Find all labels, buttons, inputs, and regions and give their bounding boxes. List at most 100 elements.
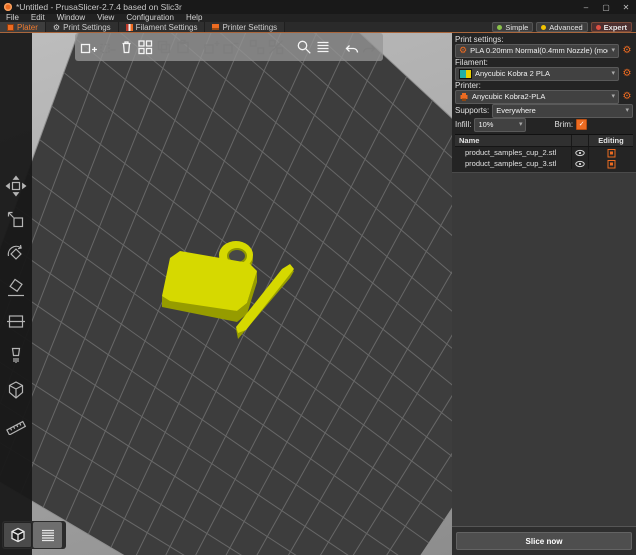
menu-window[interactable]: Window bbox=[51, 14, 91, 22]
measure-tool-icon bbox=[5, 379, 27, 401]
prusaslicer-window: { "window": { "title": "*Untitled - Prus… bbox=[0, 0, 636, 555]
top-toolbar bbox=[75, 33, 383, 61]
move-tool-button[interactable] bbox=[5, 175, 27, 197]
column-name: Name bbox=[455, 136, 571, 145]
editor-3d-view-button[interactable] bbox=[3, 522, 32, 548]
ruler-tool-button[interactable] bbox=[5, 413, 27, 435]
infill-combo[interactable]: 10% ▾ bbox=[474, 118, 526, 132]
ruler-tool-icon bbox=[5, 413, 27, 435]
redo-button bbox=[360, 35, 379, 59]
print-settings-label: Print settings: bbox=[455, 35, 633, 44]
window-title: *Untitled - PrusaSlicer-2.7.4 based on S… bbox=[16, 2, 182, 12]
eye-icon[interactable] bbox=[575, 160, 585, 168]
search-icon bbox=[295, 38, 313, 56]
undo-button[interactable] bbox=[341, 35, 360, 59]
table-row[interactable]: product_samples_cup_2.stl bbox=[455, 147, 633, 158]
supports-label: Supports: bbox=[455, 106, 489, 115]
copy-icon bbox=[155, 38, 173, 56]
menu-bar: File Edit Window View Configuration Help bbox=[0, 14, 636, 22]
delete-object-button bbox=[98, 35, 117, 59]
maximize-icon[interactable]: ▢ bbox=[596, 0, 616, 14]
paste-icon bbox=[174, 38, 192, 56]
print-settings-gear-button[interactable]: ⚙ bbox=[621, 45, 633, 57]
menu-file[interactable]: File bbox=[0, 14, 25, 22]
tab-filament-settings[interactable]: Filament Settings bbox=[119, 22, 206, 32]
mode-expert-label: Expert bbox=[604, 23, 627, 32]
split-objects-button bbox=[248, 35, 267, 59]
place-on-face-tool-button[interactable] bbox=[5, 277, 27, 299]
gizmo-toolbar bbox=[0, 33, 32, 555]
paint-supports-tool-icon bbox=[5, 345, 27, 367]
plater-icon bbox=[7, 24, 14, 31]
tab-bar: Plater ⚙ Print Settings Filament Setting… bbox=[0, 22, 636, 33]
printer-value: Anycubic Kobra2-PLA bbox=[472, 92, 608, 101]
printer-icon bbox=[459, 92, 469, 102]
add-object-button[interactable] bbox=[79, 35, 98, 59]
chevron-down-icon: ▾ bbox=[611, 94, 615, 100]
chevron-down-icon: ▾ bbox=[519, 122, 523, 128]
rotate-tool-button[interactable] bbox=[5, 243, 27, 265]
advanced-dot-icon bbox=[541, 25, 546, 30]
remove-instance-button bbox=[220, 35, 239, 59]
delete-all-button[interactable] bbox=[117, 35, 136, 59]
scale-tool-button[interactable] bbox=[5, 209, 27, 231]
mode-expert[interactable]: Expert bbox=[591, 22, 632, 32]
mode-switcher: Simple Advanced Expert bbox=[492, 22, 636, 32]
filament-icon bbox=[126, 24, 133, 31]
printer-combo[interactable]: Anycubic Kobra2-PLA ▾ bbox=[455, 90, 619, 104]
minimize-icon[interactable]: – bbox=[576, 0, 596, 14]
cut-tool-button[interactable] bbox=[5, 311, 27, 333]
table-row[interactable]: product_samples_cup_3.stl bbox=[455, 158, 633, 169]
supports-value: Everywhere bbox=[496, 106, 622, 115]
brim-checkbox[interactable] bbox=[576, 119, 587, 130]
menu-configuration[interactable]: Configuration bbox=[120, 14, 180, 22]
split-parts-button bbox=[267, 35, 286, 59]
menu-view[interactable]: View bbox=[91, 14, 120, 22]
printer-gear-button[interactable]: ⚙ bbox=[621, 91, 633, 103]
print-settings-value: PLA 0.20mm Normal(0.4mm Nozzle) (modifie… bbox=[470, 46, 608, 55]
slice-bar: Slice now bbox=[452, 526, 636, 555]
measure-tool-button[interactable] bbox=[5, 379, 27, 401]
search-button[interactable] bbox=[295, 35, 314, 59]
menu-help[interactable]: Help bbox=[180, 14, 208, 22]
mode-advanced-label: Advanced bbox=[549, 23, 582, 32]
gear-icon: ⚙ bbox=[53, 24, 60, 31]
remove-instance-icon bbox=[221, 38, 239, 56]
tab-plater[interactable]: Plater bbox=[0, 22, 46, 32]
filament-value: Anycubic Kobra 2 PLA bbox=[475, 69, 608, 78]
paste-button bbox=[174, 35, 193, 59]
editing-icon[interactable] bbox=[607, 159, 616, 169]
menu-edit[interactable]: Edit bbox=[25, 14, 51, 22]
tab-plater-label: Plater bbox=[17, 23, 38, 32]
filament-gear-button[interactable]: ⚙ bbox=[621, 68, 633, 80]
mode-simple[interactable]: Simple bbox=[492, 22, 533, 32]
add-object-icon bbox=[79, 38, 97, 56]
paint-supports-tool-button[interactable] bbox=[5, 345, 27, 367]
add-instance-button bbox=[201, 35, 220, 59]
object-list-header: Name Editing bbox=[455, 135, 633, 147]
tab-print-settings[interactable]: ⚙ Print Settings bbox=[46, 22, 119, 32]
filament-combo[interactable]: Anycubic Kobra 2 PLA ▾ bbox=[455, 67, 619, 81]
chevron-down-icon: ▾ bbox=[611, 71, 615, 77]
close-icon[interactable]: ✕ bbox=[616, 0, 636, 14]
variable-layer-height-button[interactable] bbox=[314, 35, 333, 59]
eye-icon[interactable] bbox=[575, 149, 585, 157]
mode-advanced[interactable]: Advanced bbox=[536, 22, 587, 32]
mode-simple-label: Simple bbox=[505, 23, 528, 32]
tab-filament-settings-label: Filament Settings bbox=[136, 23, 198, 32]
move-tool-icon bbox=[5, 175, 27, 197]
editing-icon[interactable] bbox=[607, 148, 616, 158]
add-instance-icon bbox=[202, 38, 220, 56]
editor-3d-icon bbox=[9, 526, 27, 544]
arrange-icon bbox=[136, 38, 154, 56]
print-settings-combo[interactable]: ⚙ PLA 0.20mm Normal(0.4mm Nozzle) (modif… bbox=[455, 44, 619, 58]
preview-layers-view-button[interactable] bbox=[33, 522, 62, 548]
filament-color-swatch bbox=[459, 69, 472, 79]
supports-combo[interactable]: Everywhere ▾ bbox=[492, 104, 633, 118]
column-editing: Editing bbox=[588, 135, 633, 146]
variable-layer-height-icon bbox=[314, 38, 332, 56]
arrange-button[interactable] bbox=[136, 35, 155, 59]
tab-printer-settings[interactable]: Printer Settings bbox=[205, 22, 285, 32]
viewport-3d[interactable] bbox=[0, 33, 452, 555]
slice-now-button[interactable]: Slice now bbox=[456, 532, 632, 550]
